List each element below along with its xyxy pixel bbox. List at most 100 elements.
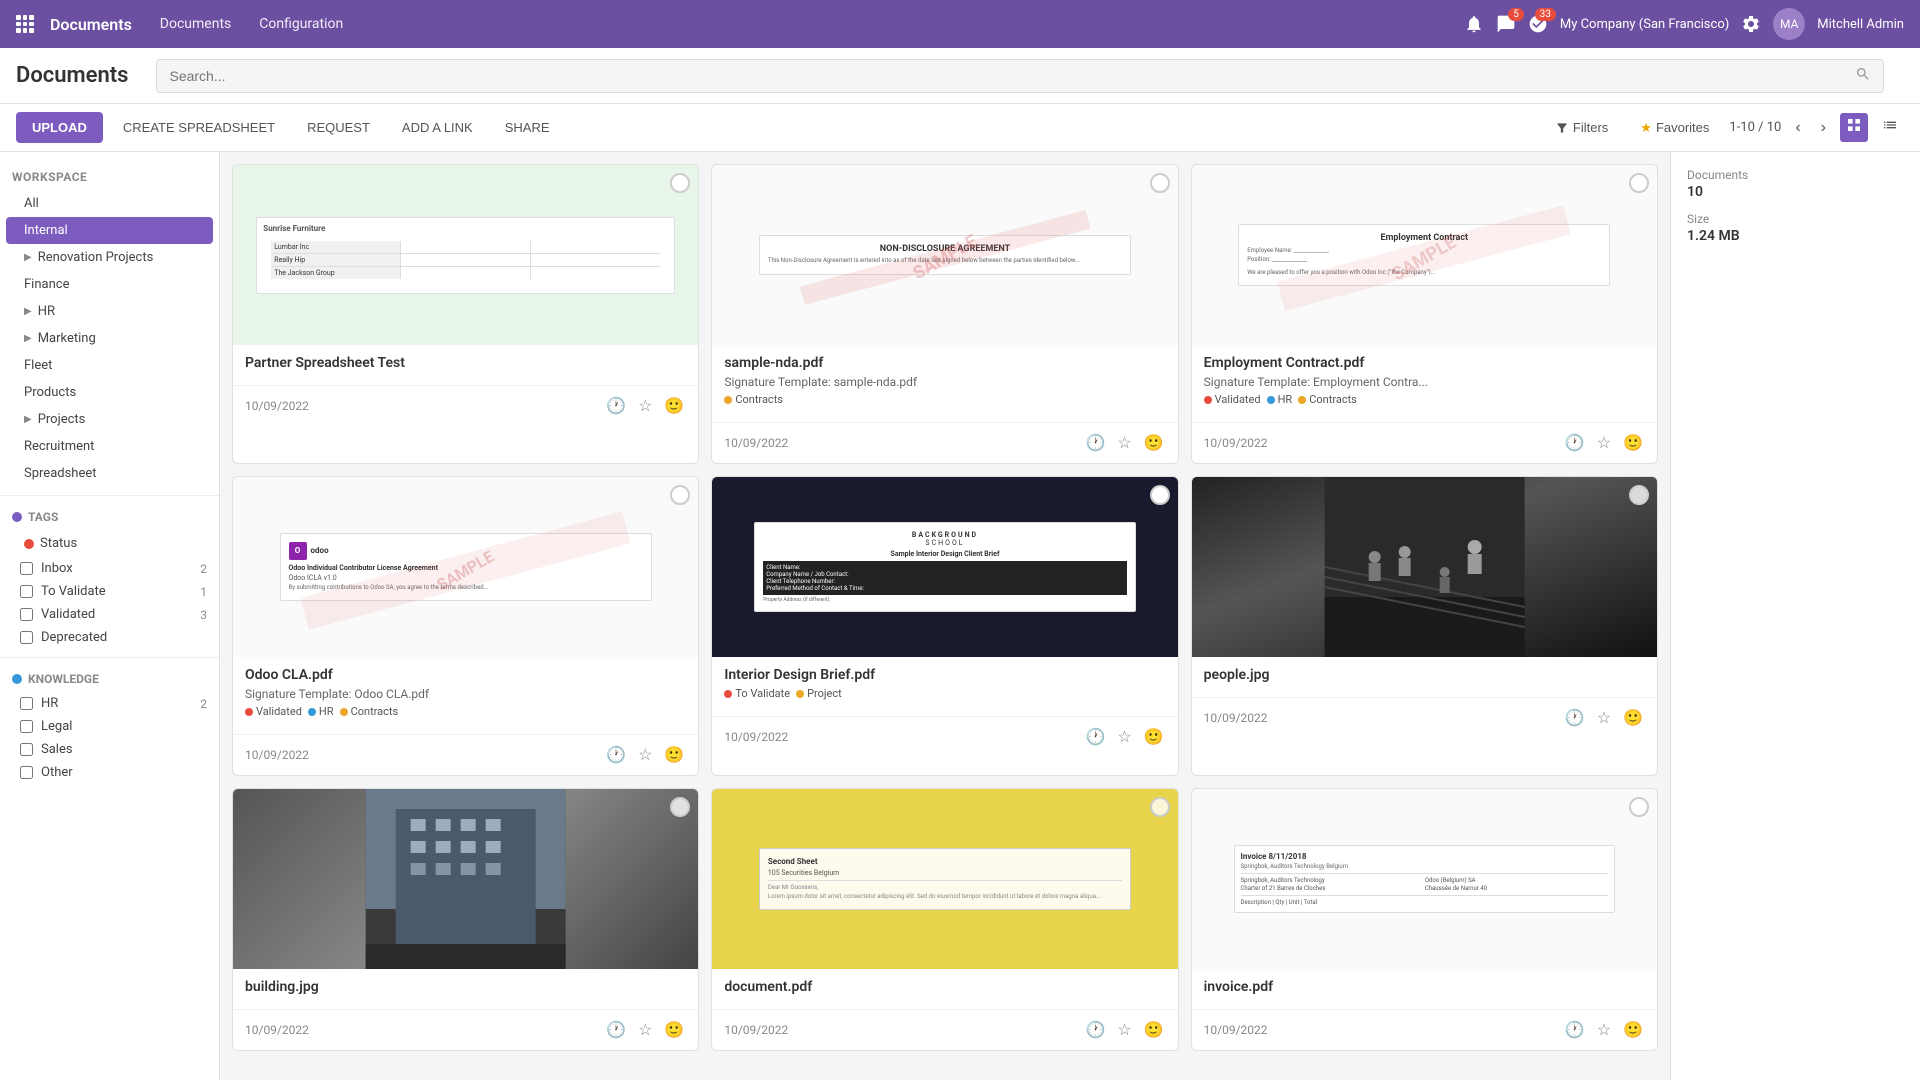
checkbox-validated[interactable]: Validated 3 [0,603,219,626]
sidebar-item-renovation[interactable]: ▶ Renovation Projects [0,244,219,271]
doc-share-4[interactable]: 🙂 [662,743,686,767]
document-card-2[interactable]: NON-DISCLOSURE AGREEMENT This Non-Disclo… [711,164,1178,464]
upload-button[interactable]: UPLOAD [16,112,103,143]
sidebar-item-projects[interactable]: ▶ Projects [0,406,219,433]
doc-share-9[interactable]: 🙂 [1621,1018,1645,1042]
doc-star-3[interactable]: ☆ [1595,431,1613,455]
doc-history-4[interactable]: 🕐 [604,743,628,767]
doc-share-8[interactable]: 🙂 [1142,1018,1166,1042]
notification-button[interactable] [1464,14,1484,34]
sidebar-item-finance[interactable]: Finance [0,271,219,298]
sidebar-item-spreadsheet[interactable]: Spreadsheet [0,460,219,487]
legal-checkbox[interactable] [20,720,33,733]
next-page-button[interactable]: › [1815,115,1832,141]
user-name: Mitchell Admin [1817,17,1904,32]
doc-history-9[interactable]: 🕐 [1563,1018,1587,1042]
doc-tags-5: To Validate Project [724,687,1165,700]
checkbox-deprecated[interactable]: Deprecated [0,626,219,649]
checkbox-hr-knowledge[interactable]: HR 2 [0,692,219,715]
grid-view-button[interactable] [1840,113,1868,142]
document-grid: Sunrise Furniture Lumbar Inc Really Hip … [232,164,1658,1051]
checkbox-other[interactable]: Other [0,761,219,784]
settings-button[interactable] [1741,14,1761,34]
deprecated-checkbox[interactable] [20,631,33,644]
document-card-4[interactable]: O odoo Odoo Individual Contributor Licen… [232,476,699,776]
doc-select-6[interactable] [1629,485,1649,505]
doc-share-7[interactable]: 🙂 [662,1018,686,1042]
doc-share-1[interactable]: 🙂 [662,394,686,418]
doc-star-2[interactable]: ☆ [1115,431,1133,455]
checkbox-sales[interactable]: Sales [0,738,219,761]
doc-date-9: 10/09/2022 [1204,1023,1268,1037]
doc-select-1[interactable] [670,173,690,193]
list-view-button[interactable] [1876,113,1904,142]
to-validate-checkbox[interactable] [20,585,33,598]
checkbox-inbox[interactable]: Inbox 2 [0,557,219,580]
prev-page-button[interactable]: ‹ [1789,115,1806,141]
sidebar-status-filter[interactable]: Status [0,530,219,557]
favorites-button[interactable]: ★ Favorites [1628,112,1721,144]
doc-star-6[interactable]: ☆ [1595,706,1613,730]
doc-select-2[interactable] [1150,173,1170,193]
doc-history-6[interactable]: 🕐 [1563,706,1587,730]
sidebar-item-hr[interactable]: ▶ HR [0,298,219,325]
sidebar-item-fleet[interactable]: Fleet [0,352,219,379]
sidebar-item-recruitment[interactable]: Recruitment [0,433,219,460]
doc-share-6[interactable]: 🙂 [1621,706,1645,730]
hr-knowledge-checkbox[interactable] [20,697,33,710]
validated-checkbox[interactable] [20,608,33,621]
search-input[interactable] [169,68,1847,84]
doc-star-9[interactable]: ☆ [1595,1018,1613,1042]
doc-star-5[interactable]: ☆ [1115,725,1133,749]
doc-share-5[interactable]: 🙂 [1142,725,1166,749]
add-link-button[interactable]: ADD A LINK [390,112,485,143]
doc-select-4[interactable] [670,485,690,505]
doc-star-1[interactable]: ☆ [636,394,654,418]
doc-select-3[interactable] [1629,173,1649,193]
doc-history-1[interactable]: 🕐 [604,394,628,418]
document-card-7[interactable]: building.jpg 10/09/2022 🕐 ☆ 🙂 [232,788,699,1051]
document-card-1[interactable]: Sunrise Furniture Lumbar Inc Really Hip … [232,164,699,464]
inbox-checkbox[interactable] [20,562,33,575]
other-checkbox[interactable] [20,766,33,779]
doc-history-7[interactable]: 🕐 [604,1018,628,1042]
checkbox-to-validate[interactable]: To Validate 1 [0,580,219,603]
sidebar-item-marketing[interactable]: ▶ Marketing [0,325,219,352]
doc-star-4[interactable]: ☆ [636,743,654,767]
sidebar-divider-2 [0,657,219,658]
sales-checkbox[interactable] [20,743,33,756]
checkbox-legal[interactable]: Legal [0,715,219,738]
activity-button[interactable]: 33 [1528,14,1548,34]
document-card-8[interactable]: Second Sheet 105 Securities Belgium Dear… [711,788,1178,1051]
doc-star-7[interactable]: ☆ [636,1018,654,1042]
share-button[interactable]: SHARE [493,112,562,143]
search-bar[interactable] [156,59,1884,93]
filters-button[interactable]: Filters [1543,112,1620,143]
sidebar-item-internal[interactable]: Internal [6,217,213,244]
chat-button[interactable]: 5 [1496,14,1516,34]
chevron-right-icon-projects: ▶ [24,414,32,425]
doc-history-5[interactable]: 🕐 [1083,725,1107,749]
doc-history-2[interactable]: 🕐 [1083,431,1107,455]
document-card-3[interactable]: Employment Contract Employee Name: _____… [1191,164,1658,464]
doc-history-8[interactable]: 🕐 [1083,1018,1107,1042]
app-title: Documents [50,15,132,34]
doc-star-8[interactable]: ☆ [1115,1018,1133,1042]
nav-configuration[interactable]: Configuration [247,10,355,38]
doc-select-8[interactable] [1150,797,1170,817]
nav-documents[interactable]: Documents [148,10,243,38]
sidebar-item-all[interactable]: All [0,190,219,217]
document-card-5[interactable]: BACKGROUND SCHOOL Sample Interior Design… [711,476,1178,776]
doc-select-5[interactable] [1150,485,1170,505]
document-card-6[interactable]: people.jpg 10/09/2022 🕐 ☆ 🙂 [1191,476,1658,776]
doc-history-3[interactable]: 🕐 [1563,431,1587,455]
workspace-header[interactable]: WORKSPACE [0,164,219,190]
sidebar-item-products[interactable]: Products [0,379,219,406]
doc-share-2[interactable]: 🙂 [1142,431,1166,455]
apps-grid-icon[interactable] [16,15,34,33]
doc-select-9[interactable] [1629,797,1649,817]
request-button[interactable]: REQUEST [295,112,382,143]
create-spreadsheet-button[interactable]: CREATE SPREADSHEET [111,112,287,143]
doc-share-3[interactable]: 🙂 [1621,431,1645,455]
document-card-9[interactable]: Invoice 8/11/2018 Springbok, Auditors Te… [1191,788,1658,1051]
